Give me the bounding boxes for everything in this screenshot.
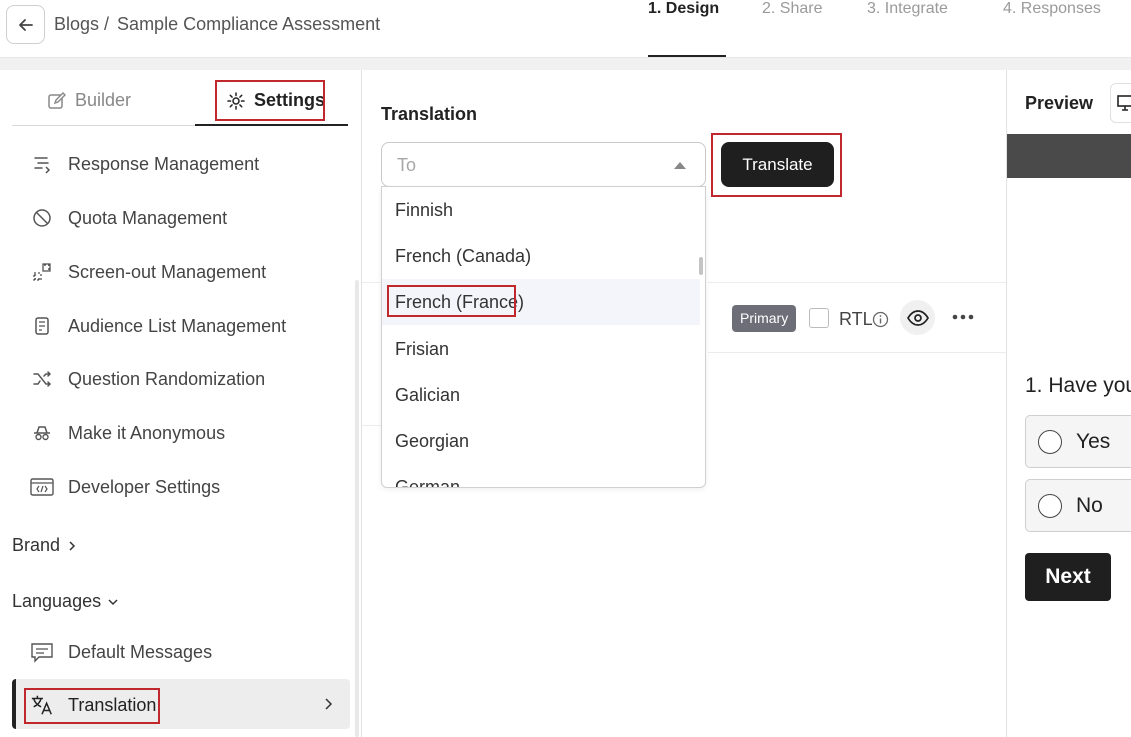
arrow-left-icon: [18, 18, 33, 31]
settings-sidebar: Builder Settings Response Management Quo…: [0, 70, 362, 737]
sidebar-item-label: Translation: [68, 694, 157, 715]
screen-out-icon: [30, 260, 54, 284]
step-share[interactable]: 2. Share: [762, 0, 822, 18]
caret-up-icon: [674, 162, 686, 169]
sidebar-item-response-management[interactable]: Response Management: [30, 152, 259, 176]
section-brand-label: Brand: [12, 535, 61, 555]
sidebar-item-question-randomization[interactable]: Question Randomization: [30, 367, 265, 391]
gear-icon: [227, 91, 245, 110]
rtl-checkbox[interactable]: [809, 308, 829, 328]
tab-builder-label: Builder: [75, 90, 132, 110]
active-tab-indicator: [195, 124, 348, 126]
more-horizontal-icon: [952, 314, 974, 320]
divider: [708, 282, 1006, 283]
tab-builder[interactable]: Builder: [47, 90, 131, 111]
quota-management-icon: [30, 206, 54, 230]
eye-icon: [906, 309, 929, 326]
tab-settings[interactable]: Settings: [226, 90, 325, 111]
next-button[interactable]: Next: [1025, 553, 1111, 601]
shuffle-icon: [30, 367, 54, 391]
sidebar-item-label: Quota Management: [68, 207, 228, 228]
translation-panel: Translation To Translate Primary RTL Fin…: [362, 70, 1006, 737]
language-option[interactable]: German: [382, 464, 700, 487]
sidebar-item-screen-out-management[interactable]: Screen-out Management: [30, 260, 266, 284]
more-options-button[interactable]: [950, 304, 976, 330]
preview-title: Preview: [1025, 93, 1094, 113]
language-option[interactable]: French (Canada): [382, 233, 700, 279]
gutter: [0, 58, 1131, 70]
chevron-right-icon: [69, 540, 76, 551]
sidebar-item-label: Question Randomization: [68, 368, 266, 389]
message-icon: [30, 640, 54, 664]
sidebar-item-developer-settings[interactable]: Developer Settings: [30, 475, 220, 499]
info-icon[interactable]: [872, 311, 889, 328]
sidebar-item-label: Screen-out Management: [68, 261, 267, 282]
sidebar-item-default-messages[interactable]: Default Messages: [30, 640, 212, 664]
edit-icon: [48, 91, 66, 109]
select-placeholder: To: [397, 155, 417, 175]
language-option[interactable]: Georgian: [382, 418, 700, 464]
radio-icon: [1038, 494, 1062, 518]
visibility-button[interactable]: [900, 300, 935, 335]
desktop-icon[interactable]: [1110, 83, 1131, 123]
sidebar-item-label: Response Management: [68, 153, 260, 174]
code-icon: [30, 475, 54, 499]
step-integrate[interactable]: 3. Integrate: [867, 0, 948, 18]
radio-icon: [1038, 430, 1062, 454]
back-button[interactable]: [6, 5, 45, 44]
preview-question: 1. Have you: [1025, 374, 1131, 397]
preview-header-bar: [1007, 134, 1131, 178]
section-brand[interactable]: Brand: [12, 535, 78, 556]
breadcrumb: Blogs / Sample Compliance Assessment: [54, 14, 380, 35]
sidebar-item-label: Developer Settings: [68, 476, 221, 497]
primary-badge: Primary: [732, 305, 797, 332]
translation-title: Translation: [381, 104, 478, 124]
step-responses[interactable]: 4. Responses: [1003, 0, 1101, 18]
tab-settings-label: Settings: [254, 90, 326, 110]
choice-label: Yes: [1076, 430, 1111, 453]
rtl-label: RTL: [839, 309, 873, 329]
divider: [708, 352, 1006, 353]
sidebar-item-translation[interactable]: Translation: [30, 693, 156, 717]
step-design[interactable]: 1. Design: [648, 0, 719, 18]
section-languages[interactable]: Languages: [12, 591, 119, 612]
top-bar: Blogs / Sample Compliance Assessment 1. De…: [0, 0, 1131, 58]
dropdown-scrollbar[interactable]: [699, 257, 703, 275]
divider: [362, 282, 381, 283]
target-language-select[interactable]: To: [381, 142, 706, 187]
response-management-icon: [30, 152, 54, 176]
active-step-indicator: [648, 55, 726, 57]
sidebar-item-label: Make it Anonymous: [68, 422, 226, 443]
language-dropdown: Finnish French (Canada) French (France) …: [381, 186, 706, 488]
sidebar-item-make-anonymous[interactable]: Make it Anonymous: [30, 421, 225, 445]
chevron-right-icon: [325, 698, 333, 710]
choice-label: No: [1076, 494, 1103, 517]
chevron-down-icon: [108, 598, 118, 605]
section-languages-label: Languages: [12, 591, 102, 611]
preview-panel: Preview 1. Have you Yes No Next: [1006, 70, 1131, 737]
language-option[interactable]: Frisian: [382, 326, 700, 372]
translate-icon: [30, 693, 54, 717]
preview-choice-yes[interactable]: Yes: [1025, 415, 1131, 468]
breadcrumb-current: Sample Compliance Assessment: [117, 14, 381, 34]
sidebar-item-label: Audience List Management: [68, 315, 287, 336]
language-option[interactable]: Finnish: [382, 187, 700, 233]
language-option[interactable]: Galician: [382, 372, 700, 418]
sidebar-item-quota-management[interactable]: Quota Management: [30, 206, 227, 230]
sidebar-item-label: Default Messages: [68, 641, 213, 662]
breadcrumb-root[interactable]: Blogs: [54, 14, 99, 34]
sidebar-scrollbar[interactable]: [355, 280, 359, 737]
divider: [362, 425, 381, 426]
preview-choice-no[interactable]: No: [1025, 479, 1131, 532]
breadcrumb-separator: /: [104, 14, 110, 34]
anonymous-icon: [30, 421, 54, 445]
translate-button[interactable]: Translate: [721, 142, 834, 187]
sidebar-item-audience-list[interactable]: Audience List Management: [30, 314, 286, 338]
language-option-highlighted[interactable]: French (France): [382, 279, 700, 325]
audience-list-icon: [30, 314, 54, 338]
